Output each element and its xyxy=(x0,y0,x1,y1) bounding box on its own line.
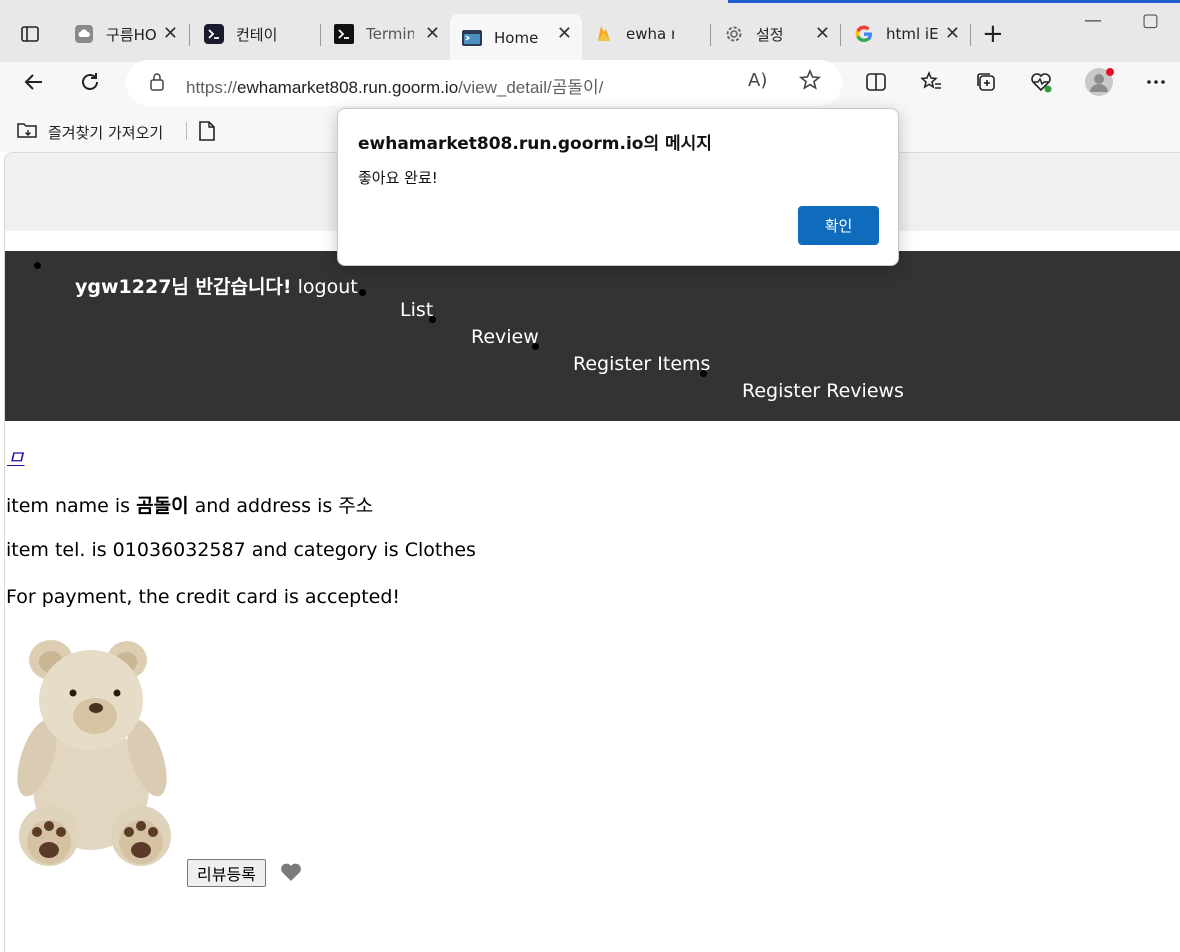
refresh-icon xyxy=(82,73,98,90)
terminal-icon xyxy=(334,24,354,44)
tab-home[interactable]: Home ✕ xyxy=(450,14,582,62)
collections-icon xyxy=(977,73,995,91)
name-prefix: item name is xyxy=(6,495,137,517)
nav-user-area: ygw1227님 반갑습니다! logout xyxy=(75,272,358,299)
gear-icon xyxy=(724,24,744,44)
list-bullet xyxy=(700,370,707,377)
alert-dialog: ewhamarket808.run.goorm.io의 메시지 좋아요 완료! … xyxy=(337,108,899,266)
tab-google[interactable]: html iE ✕ xyxy=(842,14,970,54)
dialog-title: ewhamarket808.run.goorm.io의 메시지 xyxy=(358,134,712,154)
item-tel-line: item tel. is 01036032587 and category is… xyxy=(6,539,476,561)
nav-register-items-link[interactable]: Register Items xyxy=(573,353,710,375)
review-register-button[interactable]: 리뷰등록 xyxy=(187,859,266,887)
google-icon xyxy=(854,24,874,44)
tab-terminal[interactable]: Termina ✕ xyxy=(322,14,450,54)
item-address: 주소 xyxy=(338,495,374,517)
tab-ewha-market[interactable]: ewha m xyxy=(582,14,710,54)
list-bullet xyxy=(532,343,539,350)
tab-title: Home xyxy=(494,29,539,47)
new-tab-button[interactable]: + xyxy=(982,20,1004,48)
bookmark-separator xyxy=(186,122,187,140)
back-arrow-icon xyxy=(24,74,42,90)
url-host: ewhamarket808.run.goorm.io xyxy=(237,78,459,97)
like-heart-icon[interactable] xyxy=(279,861,303,887)
lock-icon[interactable] xyxy=(148,72,166,96)
minimize-button[interactable]: — xyxy=(1084,10,1102,31)
browser-essentials-button[interactable] xyxy=(1025,66,1057,98)
logout-link[interactable]: logout xyxy=(298,276,358,298)
tab-settings[interactable]: 설정 ✕ xyxy=(712,14,840,54)
close-icon[interactable]: ✕ xyxy=(815,24,830,44)
tab-goorm[interactable]: 구름HO ✕ xyxy=(62,14,188,54)
split-screen-icon xyxy=(866,73,886,91)
page-viewport: ygw1227님 반갑습니다! logout List Review Regis… xyxy=(4,152,1180,952)
more-dots-icon xyxy=(1147,80,1165,84)
bookmark-label: 즐겨찾기 가져오기 xyxy=(48,123,164,142)
split-screen-button[interactable] xyxy=(860,66,892,98)
tab-title: html iE xyxy=(886,25,939,43)
list-bullet xyxy=(34,262,41,269)
tab-separator xyxy=(970,24,971,46)
back-button[interactable] xyxy=(18,66,50,98)
item-link[interactable]: ㅁ xyxy=(7,443,24,470)
title-accent-bar xyxy=(728,0,1180,3)
maximize-button[interactable]: ▢ xyxy=(1142,10,1159,31)
top-navigation: ygw1227님 반갑습니다! logout List Review Regis… xyxy=(5,251,1180,421)
tab-separator xyxy=(840,24,841,46)
greeting-text: ygw1227님 반갑습니다! xyxy=(75,276,292,298)
tab-title: 컨테이 xyxy=(236,25,278,44)
tab-actions-icon xyxy=(21,26,39,42)
import-favorites-link[interactable]: 즐겨찾기 가져오기 xyxy=(16,120,163,144)
import-folder-icon xyxy=(16,120,40,144)
list-bullet xyxy=(429,316,436,323)
tab-title: 설정 xyxy=(756,25,784,44)
url-text[interactable]: https://ewhamarket808.run.goorm.io/view_… xyxy=(186,73,603,98)
collections-button[interactable] xyxy=(970,66,1002,98)
item-name-line: item name is 곰돌이 and address is 주소 xyxy=(6,491,373,518)
close-icon[interactable]: ✕ xyxy=(163,24,178,44)
tab-title: Termina xyxy=(366,25,414,43)
heart-pulse-icon xyxy=(1031,73,1052,93)
avatar-icon xyxy=(1085,68,1114,96)
list-bullet xyxy=(359,289,366,296)
tab-separator xyxy=(189,24,190,46)
refresh-button[interactable] xyxy=(74,66,106,98)
favorite-star-icon[interactable] xyxy=(798,68,822,96)
firebase-icon xyxy=(594,24,614,44)
tab-title: 구름HO xyxy=(106,25,157,44)
settings-menu-button[interactable] xyxy=(1140,66,1172,98)
payment-line: For payment, the credit card is accepted… xyxy=(6,586,401,608)
favorites-button[interactable] xyxy=(915,66,947,98)
item-name: 곰돌이 xyxy=(136,495,189,517)
name-middle: and address is xyxy=(188,495,339,517)
terminal-icon xyxy=(204,24,224,44)
dialog-ok-button[interactable]: 확인 xyxy=(798,206,879,245)
nav-register-reviews-link[interactable]: Register Reviews xyxy=(742,380,904,402)
tab-separator xyxy=(710,24,711,46)
read-aloud-icon[interactable]: A) xyxy=(748,70,767,91)
address-bar[interactable]: https://ewhamarket808.run.goorm.io/view_… xyxy=(126,60,842,106)
tab-actions-button[interactable] xyxy=(14,20,46,48)
document-icon[interactable] xyxy=(198,120,216,146)
close-icon[interactable]: ✕ xyxy=(425,24,440,44)
close-icon[interactable]: ✕ xyxy=(557,24,572,44)
tab-title: ewha m xyxy=(626,25,674,43)
tab-separator xyxy=(320,24,321,46)
url-scheme: https:// xyxy=(186,78,238,97)
profile-button[interactable] xyxy=(1083,66,1115,98)
close-icon[interactable]: ✕ xyxy=(945,24,960,44)
page-icon xyxy=(462,28,482,48)
tab-container[interactable]: 컨테이 xyxy=(192,14,320,54)
cloud-icon xyxy=(74,24,94,44)
teddy-bear-image xyxy=(17,640,171,866)
favorites-list-icon xyxy=(920,70,941,89)
nav-review-link[interactable]: Review xyxy=(471,326,539,348)
url-path: /view_detail/곰돌이/ xyxy=(458,78,604,97)
dialog-message: 좋아요 완료! xyxy=(358,169,438,187)
